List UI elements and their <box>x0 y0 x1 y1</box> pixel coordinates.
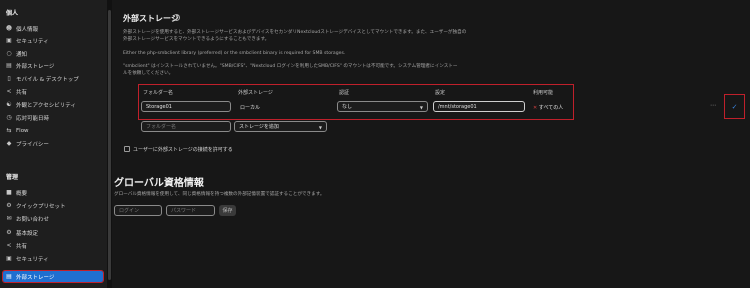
header-external-storage: 外部ストレージ <box>238 90 273 96</box>
sidebar-item-sharing[interactable]: < 共有 <box>3 86 103 97</box>
storage-icon: ▤ <box>6 273 12 280</box>
sidebar-item-label: Flow <box>16 127 29 134</box>
bell-icon: ○ <box>6 50 12 57</box>
sidebar-item-label: 共有 <box>16 243 28 250</box>
sidebar-item-label: 外部ストレージ <box>16 63 55 70</box>
sidebar-item-flow[interactable]: ⇆ Flow <box>3 125 103 136</box>
header-folder-name: フォルダー名 <box>143 90 174 96</box>
checkmark-icon: ✓ <box>731 102 738 111</box>
preset-icon: ⚙ <box>6 202 12 209</box>
scrollbar-thumb[interactable] <box>108 10 111 280</box>
share-icon: < <box>6 88 12 95</box>
sidebar-item-accessibility[interactable]: ☯ 外観とアクセシビリティ <box>3 99 103 110</box>
user-icon: ☻ <box>5 25 13 32</box>
sidebar-item-privacy[interactable]: ◆ プライバシー <box>3 138 103 149</box>
config-datadir-input[interactable]: /mnt/storage01 <box>433 101 525 112</box>
auth-select-value: なし <box>342 104 353 110</box>
contact-icon: ✉ <box>6 215 12 222</box>
sidebar-item-quick-presets[interactable]: ⚙ クイックプリセット <box>3 200 103 211</box>
info-icon[interactable]: i <box>173 14 180 21</box>
more-actions-icon[interactable]: ⋯ <box>710 102 716 109</box>
storage-backend-label: ローカル <box>240 105 261 111</box>
settings-icon: ⚙ <box>6 229 12 236</box>
flow-icon: ⇆ <box>6 127 12 134</box>
sidebar-item-label: お問い合わせ <box>16 216 50 223</box>
storage-icon: ▤ <box>6 62 12 69</box>
sidebar-item-label: モバイル & デスクトップ <box>16 76 79 83</box>
chevron-down-icon: ▼ <box>318 125 322 130</box>
chevron-down-icon: ▼ <box>419 105 423 110</box>
main-content: 外部ストレージ i 外部ストレージを使用すると、外部ストレージサービスおよびデバ… <box>112 0 750 288</box>
accessibility-icon: ☯ <box>6 101 12 108</box>
sidebar-item-basic-settings[interactable]: ⚙ 基本設定 <box>3 227 103 238</box>
share-icon: < <box>6 242 12 249</box>
global-credentials-title: グローバル資格情報 <box>114 178 204 189</box>
sidebar-item-label: 外部ストレージ <box>16 274 55 281</box>
clock-icon: ◷ <box>6 114 12 121</box>
page-title: 外部ストレージ <box>123 14 179 23</box>
header-authentication: 認証 <box>339 90 350 96</box>
save-credentials-button[interactable]: 保存 <box>219 205 236 216</box>
sidebar-item-label: 概要 <box>16 190 28 197</box>
sidebar-item-security[interactable]: ▣ セキュリティ <box>3 35 103 46</box>
sidebar-item-admin-external-storage[interactable]: ▤ 外部ストレージ <box>2 270 104 283</box>
privacy-icon: ◆ <box>6 140 12 147</box>
personal-heading: 個人 <box>6 10 19 17</box>
header-available-for: 利用可能 <box>533 90 554 96</box>
sidebar-item-mobile-desktop[interactable]: ▯ モバイル & デスクトップ <box>3 73 103 84</box>
sidebar-item-label: セキュリティ <box>16 38 49 45</box>
add-storage-select[interactable]: ストレージを追加 ▼ <box>234 121 327 132</box>
add-storage-label: ストレージを追加 <box>239 124 279 130</box>
sidebar-item-admin-security[interactable]: ▣ セキュリティ <box>3 253 103 264</box>
sidebar-item-label: セキュリティ <box>16 256 49 263</box>
smb-warning-line-2: ルを依頼してください。 <box>123 71 174 76</box>
smb-warning-line-1: "smbclient" はインストールされていません。"SMB/CIFS"、"N… <box>123 64 458 69</box>
sidebar-item-label: クイックプリセット <box>16 203 66 210</box>
settings-sidebar: 個人 ☻ 個人情報 ▣ セキュリティ ○ 通知 ▤ 外部ストレージ ▯ モバイル… <box>0 0 107 288</box>
sidebar-item-contact[interactable]: ✉ お問い合わせ <box>3 213 103 224</box>
smb-note: Either the php-smbclient library (prefer… <box>123 51 346 56</box>
sidebar-item-admin-sharing[interactable]: < 共有 <box>3 240 103 251</box>
admin-heading: 管理 <box>6 174 19 181</box>
sidebar-item-label: 通知 <box>16 51 28 58</box>
save-mount-button[interactable]: ✓ <box>724 94 745 119</box>
header-configuration: 設定 <box>435 90 446 96</box>
description-line-2: 外部ストレージサービスをマウントできるようにすることもできます。 <box>123 37 270 42</box>
password-input[interactable]: パスワード <box>166 205 215 216</box>
description-line-1: 外部ストレージを使用すると、外部ストレージサービスおよびデバイスをセカンダリNe… <box>123 30 467 35</box>
new-folder-name-input[interactable]: フォルダー名 <box>141 121 231 132</box>
close-icon: ✕ <box>533 105 538 111</box>
sidebar-item-label: 個人情報 <box>16 26 39 33</box>
allow-user-mount-checkbox[interactable] <box>124 146 130 152</box>
sidebar-item-label: 基本設定 <box>16 230 39 237</box>
sidebar-item-label: 共有 <box>16 89 28 96</box>
login-input[interactable]: ログイン <box>114 205 162 216</box>
lock-icon: ▣ <box>6 255 12 262</box>
available-for-label: すべての人 <box>538 105 564 111</box>
sidebar-item-personal-info[interactable]: ☻ 個人情報 <box>3 23 103 34</box>
sidebar-item-label: プライバシー <box>16 141 49 148</box>
folder-name-input[interactable]: Storage01 <box>141 101 231 112</box>
sidebar-item-external-storage[interactable]: ▤ 外部ストレージ <box>3 60 103 71</box>
sidebar-item-overview[interactable]: ■ 概要 <box>3 187 103 198</box>
overview-icon: ■ <box>6 189 12 196</box>
allow-user-mount-label[interactable]: ユーザーに外部ストレージの接続を許可する <box>133 146 233 153</box>
mobile-icon: ▯ <box>7 75 11 82</box>
available-for-value[interactable]: ✕ すべての人 <box>533 104 563 111</box>
sidebar-item-availability[interactable]: ◷ 応対可能日時 <box>3 112 103 123</box>
sidebar-item-label: 外観とアクセシビリティ <box>16 102 76 109</box>
global-credentials-description: グローバル資格情報を使用して、同じ資格情報を持つ複数の外部記憶装置で認証すること… <box>114 192 325 197</box>
sidebar-item-notifications[interactable]: ○ 通知 <box>3 48 103 59</box>
auth-select[interactable]: なし ▼ <box>337 101 428 112</box>
sidebar-item-label: 応対可能日時 <box>16 115 50 122</box>
lock-icon: ▣ <box>6 37 12 44</box>
